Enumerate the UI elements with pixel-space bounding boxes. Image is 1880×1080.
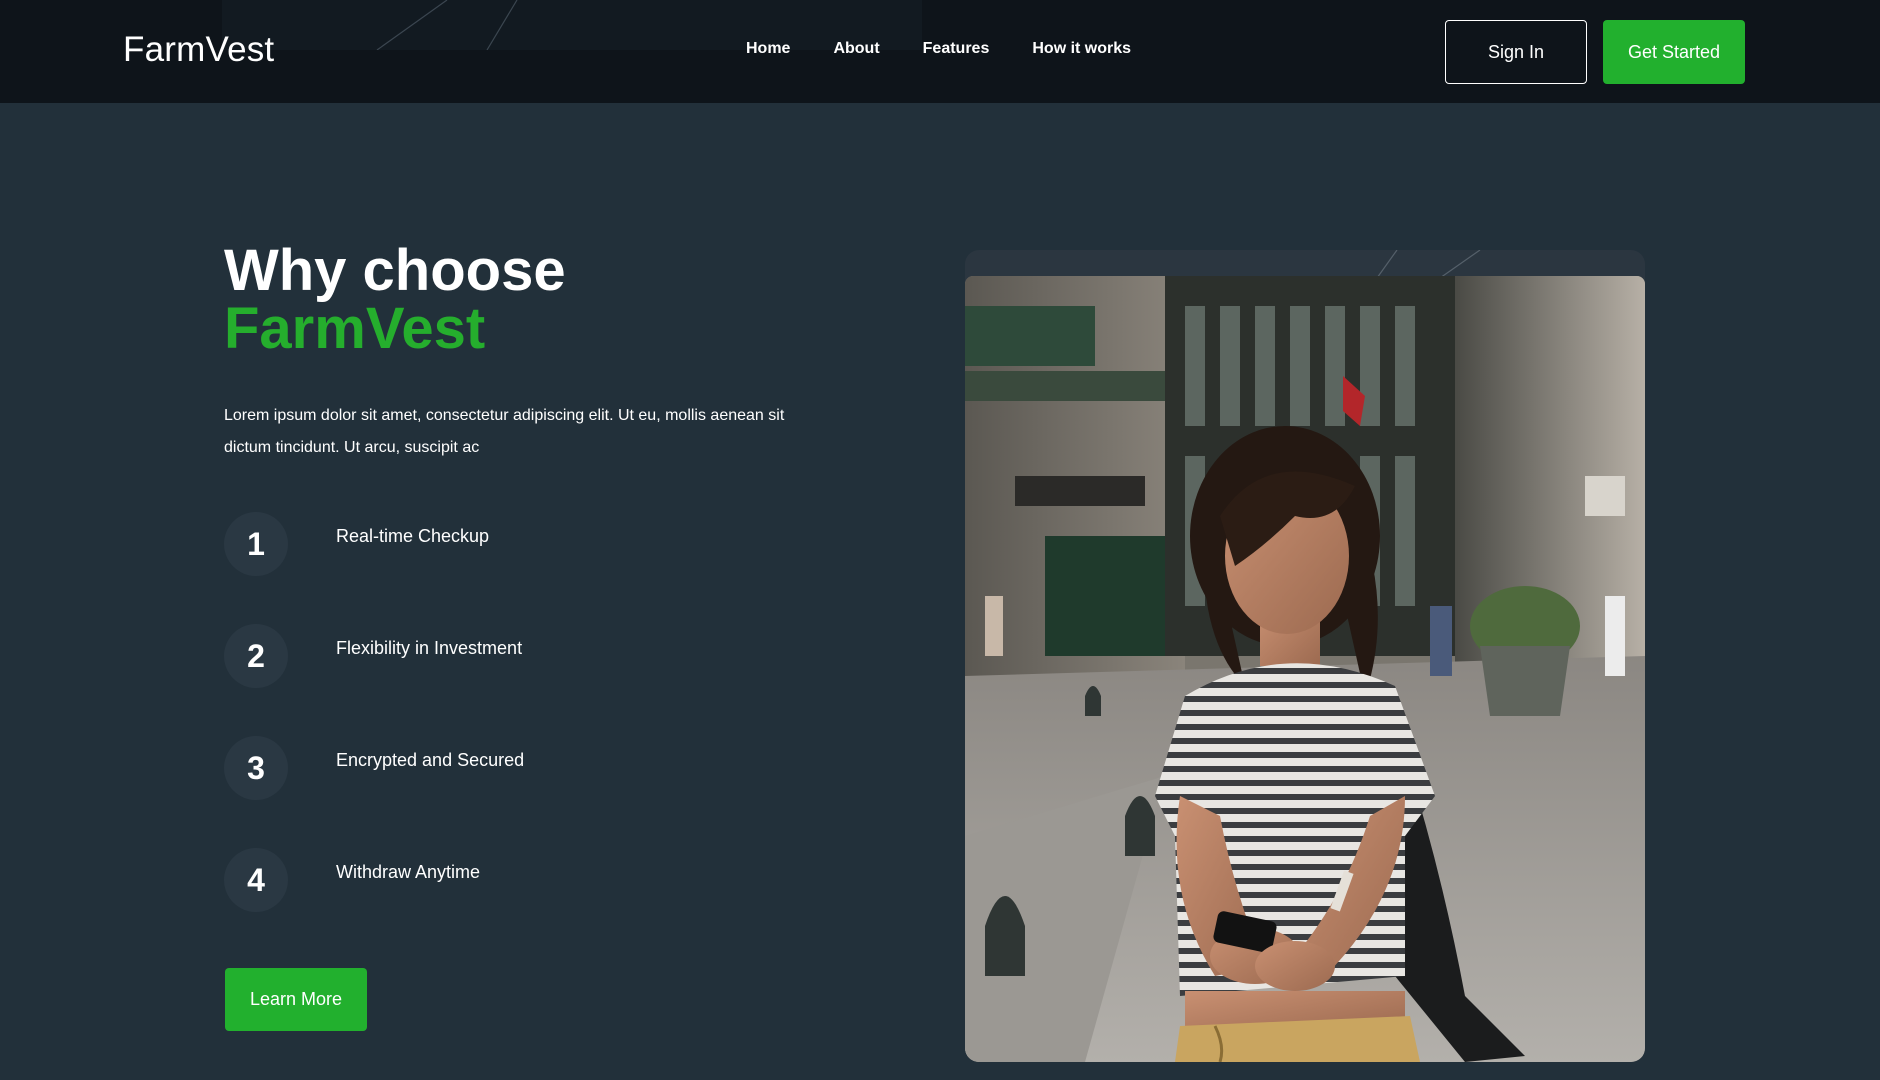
feature-number-badge: 1 [224, 512, 288, 576]
feature-item: 1 Real-time Checkup [224, 512, 624, 576]
navbar: FarmVest Home About Features How it work… [0, 0, 1880, 103]
feature-number-badge: 3 [224, 736, 288, 800]
nav-link-about[interactable]: About [833, 40, 879, 58]
photo-card [965, 250, 1645, 1062]
feature-item: 4 Withdraw Anytime [224, 848, 624, 912]
section-title-brand: FarmVest [224, 296, 486, 361]
get-started-button[interactable]: Get Started [1603, 20, 1745, 84]
section-title: Why choose FarmVest [224, 242, 566, 358]
sign-in-button[interactable]: Sign In [1445, 20, 1587, 84]
feature-label: Encrypted and Secured [336, 750, 525, 770]
main-nav: Home About Features How it works [746, 40, 1131, 58]
nav-link-home[interactable]: Home [746, 40, 790, 58]
street-photo [965, 276, 1645, 1062]
nav-link-features[interactable]: Features [923, 40, 990, 58]
learn-more-button[interactable]: Learn More [225, 968, 367, 1031]
feature-number-badge: 4 [224, 848, 288, 912]
feature-number-badge: 2 [224, 624, 288, 688]
feature-item: 2 Flexibility in Investment [224, 624, 624, 688]
feature-label: Real-time Checkup [336, 526, 490, 546]
section-title-line1: Why choose [224, 238, 566, 303]
nav-link-how-it-works[interactable]: How it works [1032, 40, 1131, 58]
feature-item: 3 Encrypted and Secured [224, 736, 624, 800]
brand-logo[interactable]: FarmVest [123, 30, 274, 70]
feature-label: Flexibility in Investment [336, 638, 523, 658]
intro-paragraph: Lorem ipsum dolor sit amet, consectetur … [224, 407, 785, 456]
feature-label: Withdraw Anytime [336, 862, 481, 882]
woman-with-phone-illustration [965, 276, 1645, 1062]
